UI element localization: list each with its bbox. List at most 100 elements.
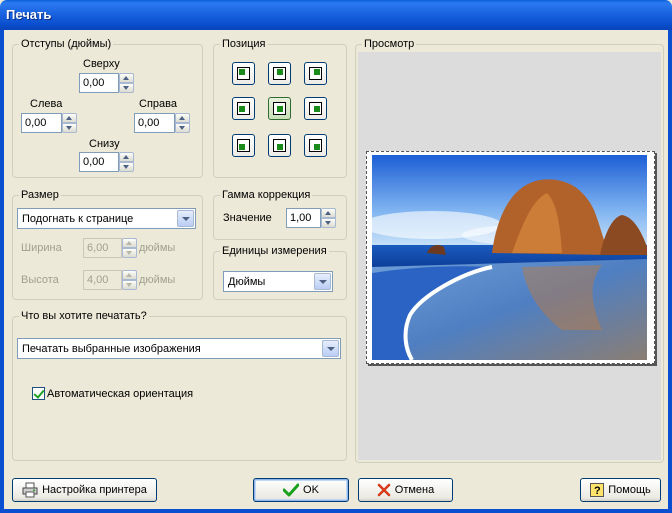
width-up-arrow-icon[interactable] <box>122 238 137 248</box>
height-unit: дюймы <box>139 274 176 286</box>
auto-orient-checkbox[interactable] <box>32 387 45 400</box>
printer-icon <box>22 482 38 498</box>
position-center-icon <box>273 102 286 115</box>
position-middle-left-button[interactable] <box>232 97 255 120</box>
position-bottom-left-button[interactable] <box>232 134 255 157</box>
margin-left-label: Слева <box>30 98 63 110</box>
title-bar[interactable]: Печать <box>0 0 672 30</box>
height-label: Высота <box>21 274 59 286</box>
width-spinner: 6,00 <box>83 238 137 258</box>
margin-top-up-arrow-icon[interactable] <box>119 73 134 83</box>
height-input[interactable]: 4,00 <box>83 270 122 290</box>
margin-right-label: Справа <box>139 98 177 110</box>
svg-text:?: ? <box>594 485 601 497</box>
position-top-right-button[interactable] <box>304 62 327 85</box>
margin-left-up-arrow-icon[interactable] <box>62 113 77 123</box>
size-mode-select[interactable]: Подогнать к странице <box>17 208 196 229</box>
position-bottom-center-button[interactable] <box>268 134 291 157</box>
gamma-up-arrow-icon[interactable] <box>321 208 336 218</box>
what-to-print-group: Что вы хотите печатать? <box>12 310 347 461</box>
height-arrows[interactable] <box>122 270 137 290</box>
preview-canvas <box>358 52 661 460</box>
margin-top-label: Сверху <box>83 58 120 70</box>
position-top-left-icon <box>237 67 250 80</box>
position-bottom-center-icon <box>273 139 286 152</box>
position-top-right-icon <box>309 67 322 80</box>
units-select[interactable]: Дюймы <box>223 271 333 292</box>
window-frame-left <box>0 30 4 513</box>
width-label: Ширина <box>21 242 62 254</box>
width-down-arrow-icon[interactable] <box>122 248 137 258</box>
margin-top-arrows[interactable] <box>119 73 134 93</box>
margin-right-spinner: 0,00 <box>134 113 190 133</box>
position-middle-right-button[interactable] <box>304 97 327 120</box>
position-bottom-left-icon <box>237 139 250 152</box>
gamma-arrows[interactable] <box>321 208 336 228</box>
window-frame-right <box>668 30 672 513</box>
margin-bottom-up-arrow-icon[interactable] <box>119 152 134 162</box>
what-to-print-legend: Что вы хотите печатать? <box>21 310 147 322</box>
height-down-arrow-icon[interactable] <box>122 280 137 290</box>
height-spinner: 4,00 <box>83 270 137 290</box>
preview-photo <box>372 155 647 360</box>
preview-paper <box>366 151 655 364</box>
margin-left-arrows[interactable] <box>62 113 77 133</box>
margins-legend: Отступы (дюймы) <box>21 38 112 50</box>
gamma-legend: Гамма коррекция <box>222 189 311 201</box>
margin-top-spinner: 0,00 <box>79 73 134 93</box>
margin-top-input[interactable]: 0,00 <box>79 73 119 93</box>
cancel-button[interactable]: Отмена <box>358 478 453 502</box>
position-middle-left-icon <box>237 102 250 115</box>
width-arrows[interactable] <box>122 238 137 258</box>
ok-label: OK <box>303 484 319 496</box>
what-to-print-value: Печатать выбранные изображения <box>22 343 201 355</box>
position-top-center-button[interactable] <box>268 62 291 85</box>
size-legend: Размер <box>21 189 59 201</box>
margin-bottom-spinner: 0,00 <box>79 152 134 172</box>
margin-bottom-arrows[interactable] <box>119 152 134 172</box>
window-frame-bottom <box>0 509 672 513</box>
gamma-spinner: 1,00 <box>286 208 336 228</box>
gamma-input[interactable]: 1,00 <box>286 208 321 228</box>
gamma-down-arrow-icon[interactable] <box>321 218 336 228</box>
size-mode-value: Подогнать к странице <box>22 213 134 225</box>
size-mode-dropdown-arrow-icon[interactable] <box>177 210 194 227</box>
width-input[interactable]: 6,00 <box>83 238 122 258</box>
margin-left-down-arrow-icon[interactable] <box>62 123 77 133</box>
print-dialog: Печать Отступы (дюймы) Сверху 0,00 Слева… <box>0 0 672 513</box>
what-to-print-dropdown-arrow-icon[interactable] <box>322 340 339 357</box>
printer-setup-label: Настройка принтера <box>42 484 147 496</box>
margin-bottom-input[interactable]: 0,00 <box>79 152 119 172</box>
position-top-left-button[interactable] <box>232 62 255 85</box>
ok-button[interactable]: OK <box>253 478 349 502</box>
position-bottom-right-icon <box>309 139 322 152</box>
height-up-arrow-icon[interactable] <box>122 270 137 280</box>
window-title: Печать <box>6 7 52 22</box>
margin-bottom-down-arrow-icon[interactable] <box>119 162 134 172</box>
help-label: Помощь <box>608 484 651 496</box>
margin-right-arrows[interactable] <box>175 113 190 133</box>
units-dropdown-arrow-icon[interactable] <box>314 273 331 290</box>
margin-right-up-arrow-icon[interactable] <box>175 113 190 123</box>
margin-bottom-label: Снизу <box>89 138 120 150</box>
help-icon: ? <box>590 483 605 497</box>
position-top-center-icon <box>273 67 286 80</box>
position-center-button[interactable] <box>268 97 291 120</box>
what-to-print-select[interactable]: Печатать выбранные изображения <box>17 338 341 359</box>
cross-icon <box>377 483 391 497</box>
help-button[interactable]: ? Помощь <box>580 478 661 502</box>
margin-top-down-arrow-icon[interactable] <box>119 83 134 93</box>
printer-setup-button[interactable]: Настройка принтера <box>12 478 157 502</box>
checkmark-icon <box>283 483 300 497</box>
margin-right-input[interactable]: 0,00 <box>134 113 175 133</box>
preview-legend: Просмотр <box>364 38 415 50</box>
cancel-label: Отмена <box>394 484 435 496</box>
gamma-value-label: Значение <box>223 212 272 224</box>
units-legend: Единицы измерения <box>222 245 327 257</box>
auto-orient-label[interactable]: Автоматическая ориентация <box>47 388 193 400</box>
width-unit: дюймы <box>139 242 176 254</box>
margin-right-down-arrow-icon[interactable] <box>175 123 190 133</box>
position-bottom-right-button[interactable] <box>304 134 327 157</box>
margin-left-input[interactable]: 0,00 <box>21 113 62 133</box>
units-value: Дюймы <box>228 276 266 288</box>
